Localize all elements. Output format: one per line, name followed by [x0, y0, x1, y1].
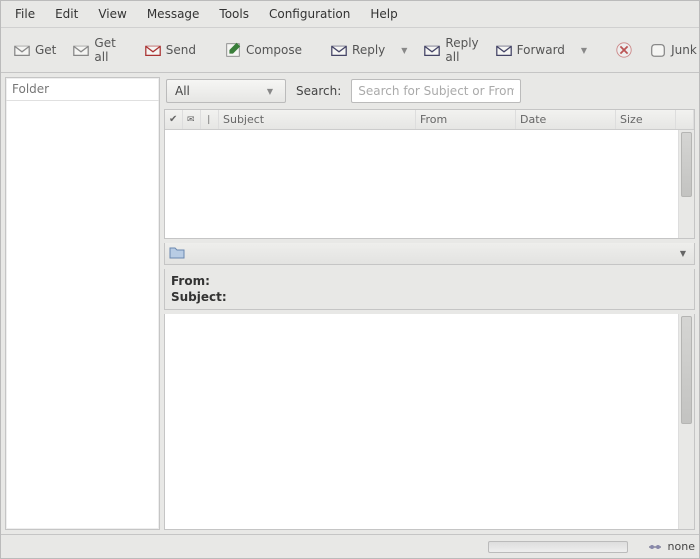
- forward-button[interactable]: Forward: [489, 37, 571, 63]
- get-all-label: Get all: [94, 36, 115, 64]
- envelope-out-icon: [144, 41, 162, 59]
- delete-button[interactable]: [609, 37, 639, 63]
- get-label: Get: [35, 43, 56, 57]
- chevron-down-icon: ▼: [263, 87, 277, 96]
- preview-pane[interactable]: [164, 314, 695, 530]
- toolbar: Get Get all Send Compose Reply ▼ Reply a…: [1, 28, 699, 73]
- menu-message[interactable]: Message: [137, 3, 210, 25]
- scrollbar-thumb[interactable]: [681, 316, 692, 424]
- compose-button[interactable]: Compose: [218, 37, 308, 63]
- forward-icon: [495, 41, 513, 59]
- reply-all-button[interactable]: Reply all: [417, 32, 484, 68]
- junk-icon: [649, 41, 667, 59]
- menu-tools[interactable]: Tools: [209, 3, 259, 25]
- send-button[interactable]: Send: [138, 37, 202, 63]
- preview-header: From: Subject:: [164, 269, 695, 310]
- chevron-down-icon: ▼: [577, 46, 591, 55]
- menu-edit[interactable]: Edit: [45, 3, 88, 25]
- delete-icon: [615, 41, 633, 59]
- search-bar: All ▼ Search:: [164, 77, 695, 105]
- connection-status-text: none: [668, 540, 695, 553]
- col-date[interactable]: Date: [516, 110, 616, 129]
- col-check[interactable]: ✔: [165, 110, 183, 129]
- envelope-stack-icon: [72, 41, 90, 59]
- menu-file[interactable]: File: [5, 3, 45, 25]
- reply-label: Reply: [352, 43, 385, 57]
- filter-select[interactable]: All ▼: [166, 79, 286, 103]
- scrollbar-thumb[interactable]: [681, 132, 692, 197]
- reply-dropdown[interactable]: ▼: [395, 42, 413, 59]
- junk-button[interactable]: Junk: [643, 37, 700, 63]
- message-list-scrollbar[interactable]: [678, 130, 694, 238]
- message-list-header: ✔ ✉ ❘ Subject From Date Size: [165, 110, 694, 130]
- get-all-button[interactable]: Get all: [66, 32, 121, 68]
- col-scroll-corner: [676, 110, 694, 129]
- progress-bar: [488, 541, 628, 553]
- folder-pane-title: Folder: [6, 78, 159, 101]
- reply-all-label: Reply all: [445, 36, 478, 64]
- send-label: Send: [166, 43, 196, 57]
- menubar: File Edit View Message Tools Configurati…: [1, 1, 699, 28]
- preview-subject-label: Subject:: [171, 289, 688, 305]
- col-flag[interactable]: ✉: [183, 110, 201, 129]
- network-icon: [648, 542, 662, 552]
- menu-help[interactable]: Help: [360, 3, 407, 25]
- search-input[interactable]: [351, 79, 521, 103]
- col-from[interactable]: From: [416, 110, 516, 129]
- chevron-down-icon: ▼: [397, 46, 411, 55]
- forward-label: Forward: [517, 43, 565, 57]
- connection-status[interactable]: none: [648, 540, 695, 553]
- status-bar: none: [1, 534, 699, 558]
- folder-mini-bar[interactable]: ▼: [164, 243, 695, 265]
- folder-icon: [169, 244, 185, 263]
- col-size[interactable]: Size: [616, 110, 676, 129]
- col-subject[interactable]: Subject: [219, 110, 416, 129]
- menu-view[interactable]: View: [88, 3, 136, 25]
- envelope-in-icon: [13, 41, 31, 59]
- message-list[interactable]: ✔ ✉ ❘ Subject From Date Size: [164, 109, 695, 239]
- col-attach[interactable]: ❘: [201, 110, 219, 129]
- filter-selected-value: All: [175, 84, 190, 98]
- folder-pane[interactable]: Folder: [5, 77, 160, 530]
- compose-label: Compose: [246, 43, 302, 57]
- preview-scrollbar[interactable]: [678, 314, 694, 529]
- get-button[interactable]: Get: [7, 37, 62, 63]
- forward-dropdown[interactable]: ▼: [575, 42, 593, 59]
- chevron-down-icon[interactable]: ▼: [676, 249, 690, 258]
- reply-all-icon: [423, 41, 441, 59]
- junk-label: Junk: [671, 43, 697, 57]
- search-label: Search:: [296, 84, 341, 98]
- menu-configuration[interactable]: Configuration: [259, 3, 360, 25]
- preview-from-label: From:: [171, 273, 688, 289]
- compose-icon: [224, 41, 242, 59]
- reply-button[interactable]: Reply: [324, 37, 391, 63]
- reply-icon: [330, 41, 348, 59]
